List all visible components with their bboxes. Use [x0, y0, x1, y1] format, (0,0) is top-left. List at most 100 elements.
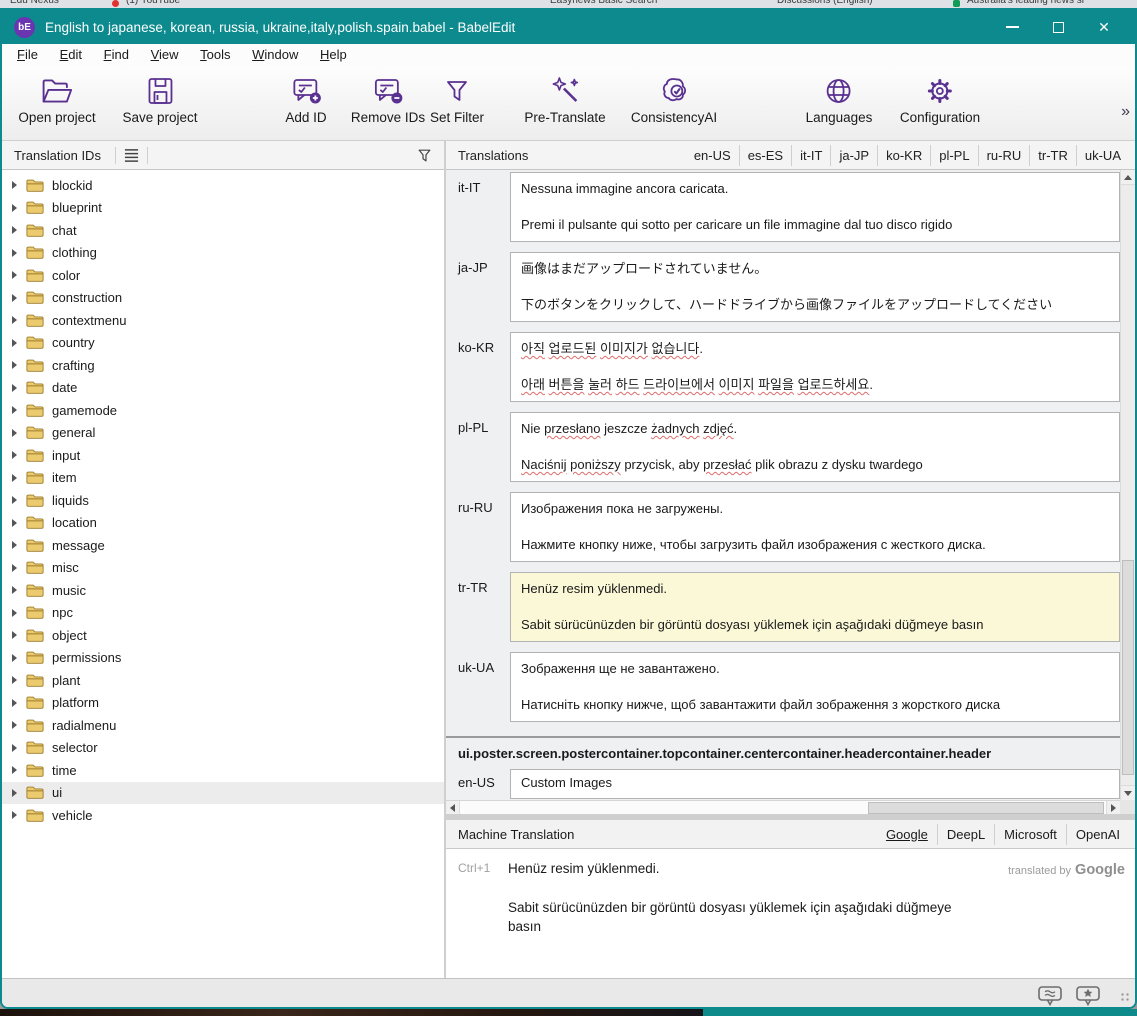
tree-item[interactable]: object — [2, 624, 444, 647]
toolbar-overflow-button[interactable]: » — [1121, 103, 1128, 121]
provider-tab[interactable]: Microsoft — [994, 824, 1066, 845]
language-tab[interactable]: es-ES — [739, 145, 791, 166]
chevron-right-icon[interactable] — [12, 699, 17, 707]
language-tab[interactable]: ja-JP — [830, 145, 877, 166]
tree-menu-icon[interactable] — [123, 148, 140, 163]
tree-item[interactable]: platform — [2, 692, 444, 715]
chevron-right-icon[interactable] — [12, 744, 17, 752]
tree-item[interactable]: contextmenu — [2, 309, 444, 332]
chevron-right-icon[interactable] — [12, 249, 17, 257]
chevron-right-icon[interactable] — [12, 721, 17, 729]
tree-item[interactable]: liquids — [2, 489, 444, 512]
translation-text-field[interactable]: Nie przesłano jeszcze żadnych zdjęć. Nac… — [510, 412, 1120, 482]
tree-item[interactable]: ui — [2, 782, 444, 805]
chevron-right-icon[interactable] — [12, 451, 17, 459]
chevron-right-icon[interactable] — [12, 474, 17, 482]
vertical-scrollbar[interactable] — [1120, 170, 1135, 800]
translation-text-field[interactable]: 아직 업로드된 이미지가 없습니다. 아래 버튼을 눌러 하드 드라이브에서 이… — [510, 332, 1120, 402]
menu-edit[interactable]: Edit — [51, 44, 91, 65]
tree-item[interactable]: permissions — [2, 647, 444, 670]
rate-star-bubble-icon[interactable] — [1075, 985, 1101, 1007]
menu-file[interactable]: File — [8, 44, 47, 65]
feedback-bubble-icon[interactable] — [1037, 985, 1063, 1007]
tree-item[interactable]: color — [2, 264, 444, 287]
chevron-right-icon[interactable] — [12, 429, 17, 437]
translation-text-field[interactable]: Henüz resim yüklenmedi. Sabit sürücünüzd… — [510, 572, 1120, 642]
scroll-down-button[interactable] — [1121, 785, 1135, 800]
provider-tab[interactable]: DeepL — [937, 824, 994, 845]
chevron-right-icon[interactable] — [12, 676, 17, 684]
tree-item[interactable]: radialmenu — [2, 714, 444, 737]
provider-tab[interactable]: Google — [877, 824, 937, 845]
tree-item[interactable]: message — [2, 534, 444, 557]
chevron-right-icon[interactable] — [12, 564, 17, 572]
translation-text-field[interactable]: Nessuna immagine ancora caricata. Premi … — [510, 172, 1120, 242]
tree-item[interactable]: item — [2, 467, 444, 490]
resize-grip[interactable] — [1120, 992, 1130, 1002]
language-tab[interactable]: uk-UA — [1076, 145, 1129, 166]
chevron-right-icon[interactable] — [12, 789, 17, 797]
vertical-scroll-thumb[interactable] — [1122, 560, 1134, 775]
tree-item[interactable]: clothing — [2, 242, 444, 265]
tree-item[interactable]: crafting — [2, 354, 444, 377]
horizontal-scroll-thumb[interactable] — [868, 802, 1104, 814]
menu-window[interactable]: Window — [243, 44, 307, 65]
pre-translate-button[interactable]: Pre-Translate — [524, 75, 605, 125]
chevron-right-icon[interactable] — [12, 586, 17, 594]
filter-tree-icon[interactable] — [415, 146, 434, 165]
translation-text-field[interactable]: Зображення ще не завантажено. Натисніть … — [510, 652, 1120, 722]
scroll-right-button[interactable] — [1106, 801, 1120, 815]
chevron-right-icon[interactable] — [12, 181, 17, 189]
tree-item[interactable]: plant — [2, 669, 444, 692]
tree-item[interactable]: selector — [2, 737, 444, 760]
provider-tab[interactable]: OpenAI — [1066, 824, 1129, 845]
tree-item[interactable]: chat — [2, 219, 444, 242]
tree-item[interactable]: gamemode — [2, 399, 444, 422]
maximize-button[interactable] — [1035, 10, 1081, 44]
add-id-button[interactable]: Add ID — [285, 75, 326, 125]
chevron-right-icon[interactable] — [12, 294, 17, 302]
chevron-right-icon[interactable] — [12, 339, 17, 347]
chevron-right-icon[interactable] — [12, 316, 17, 324]
tree-item[interactable]: misc — [2, 557, 444, 580]
tree-item[interactable]: location — [2, 512, 444, 535]
scroll-up-button[interactable] — [1121, 170, 1135, 185]
chevron-right-icon[interactable] — [12, 406, 17, 414]
language-tab[interactable]: tr-TR — [1029, 145, 1076, 166]
horizontal-scrollbar[interactable] — [446, 800, 1120, 814]
translation-text-field[interactable]: Custom Images — [510, 769, 1120, 799]
tree-item[interactable]: blockid — [2, 174, 444, 197]
tree-item[interactable]: date — [2, 377, 444, 400]
tree-item[interactable]: construction — [2, 287, 444, 310]
language-tab[interactable]: ko-KR — [877, 145, 930, 166]
titlebar[interactable]: bE English to japanese, korean, russia, … — [2, 10, 1135, 44]
chevron-right-icon[interactable] — [12, 654, 17, 662]
chevron-right-icon[interactable] — [12, 766, 17, 774]
translation-text-field[interactable]: 画像はまだアップロードされていません。 下のボタンをクリックして、ハードドライブ… — [510, 252, 1120, 322]
chevron-right-icon[interactable] — [12, 226, 17, 234]
save-project-button[interactable]: Save project — [122, 75, 197, 125]
tree-item[interactable]: blueprint — [2, 197, 444, 220]
remove-ids-button[interactable]: Remove IDs — [351, 75, 425, 125]
tree-item[interactable]: npc — [2, 602, 444, 625]
tree-item[interactable]: time — [2, 759, 444, 782]
chevron-right-icon[interactable] — [12, 519, 17, 527]
chevron-right-icon[interactable] — [12, 811, 17, 819]
close-button[interactable]: ✕ — [1081, 10, 1127, 44]
chevron-right-icon[interactable] — [12, 496, 17, 504]
language-tab[interactable]: it-IT — [791, 145, 830, 166]
chevron-right-icon[interactable] — [12, 204, 17, 212]
scroll-left-button[interactable] — [446, 801, 460, 815]
set-filter-button[interactable]: Set Filter — [430, 75, 484, 125]
consistency-ai-button[interactable]: ConsistencyAI — [631, 75, 717, 125]
languages-button[interactable]: Languages — [806, 75, 873, 125]
tree-item[interactable]: input — [2, 444, 444, 467]
chevron-right-icon[interactable] — [12, 271, 17, 279]
open-project-button[interactable]: Open project — [18, 75, 95, 125]
language-tab[interactable]: pl-PL — [930, 145, 977, 166]
menu-find[interactable]: Find — [95, 44, 138, 65]
menu-view[interactable]: View — [142, 44, 188, 65]
chevron-right-icon[interactable] — [12, 361, 17, 369]
language-tab[interactable]: ru-RU — [978, 145, 1030, 166]
menu-help[interactable]: Help — [311, 44, 356, 65]
